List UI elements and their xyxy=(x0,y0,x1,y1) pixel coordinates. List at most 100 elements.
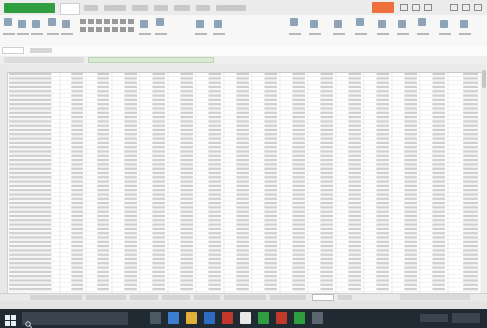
ribbon-tab[interactable] xyxy=(196,5,210,11)
cell-content-placeholder xyxy=(97,210,109,213)
spreadsheet-app-icon[interactable] xyxy=(294,312,305,324)
sign-in-button[interactable] xyxy=(372,2,394,13)
font-format-icon[interactable] xyxy=(120,19,126,24)
window-control-icon[interactable] xyxy=(400,4,408,11)
file-tab[interactable] xyxy=(4,57,84,63)
font-format-icon[interactable] xyxy=(112,19,118,24)
sheet-tab[interactable] xyxy=(270,295,306,300)
cell-content-placeholder xyxy=(292,232,305,235)
ribbon-tab[interactable] xyxy=(132,5,148,11)
cell-content-placeholder xyxy=(292,193,305,196)
app-menu-button[interactable] xyxy=(4,3,55,13)
ribbon-command-icon[interactable] xyxy=(156,18,164,26)
sheet-tab[interactable] xyxy=(224,295,266,300)
font-format-icon[interactable] xyxy=(96,27,102,32)
ribbon-command-icon[interactable] xyxy=(378,20,386,28)
horizontal-scrollbar[interactable] xyxy=(400,294,470,300)
ribbon-command-icon[interactable] xyxy=(62,20,70,28)
cell-content-placeholder xyxy=(376,197,389,200)
sheet-tab-active[interactable] xyxy=(312,294,334,301)
ribbon-command-icon[interactable] xyxy=(196,20,204,28)
vertical-scrollbar-thumb[interactable] xyxy=(482,70,486,88)
spreadsheet-grid[interactable] xyxy=(0,64,482,293)
clock[interactable] xyxy=(452,313,480,323)
ribbon-tab[interactable] xyxy=(84,5,98,11)
chrome-icon[interactable] xyxy=(240,312,251,324)
app-icon[interactable] xyxy=(222,312,233,324)
cell-content-placeholder xyxy=(376,176,389,179)
font-format-icon[interactable] xyxy=(104,27,110,32)
font-format-icon[interactable] xyxy=(112,27,118,32)
sheet-tab[interactable] xyxy=(30,295,82,300)
app-icon[interactable] xyxy=(312,312,323,324)
cell-content-placeholder xyxy=(71,189,83,192)
cell-content-placeholder xyxy=(432,197,445,200)
font-format-icon[interactable] xyxy=(88,27,94,32)
system-tray[interactable] xyxy=(420,314,448,322)
cell-content-placeholder xyxy=(264,214,277,218)
sheet-tab[interactable] xyxy=(338,295,352,300)
sheet-tab[interactable] xyxy=(130,295,158,300)
taskbar-search-box[interactable] xyxy=(22,312,128,325)
app-icon[interactable] xyxy=(276,312,287,324)
spreadsheet-app-icon[interactable] xyxy=(258,312,269,324)
font-format-icon[interactable] xyxy=(120,27,126,32)
ribbon-tab[interactable] xyxy=(154,5,168,11)
ribbon-command-icon[interactable] xyxy=(334,20,342,28)
font-format-icon[interactable] xyxy=(128,27,134,32)
font-format-icon[interactable] xyxy=(104,19,110,24)
cell-content-placeholder xyxy=(463,240,478,243)
vertical-scrollbar[interactable] xyxy=(481,64,487,293)
font-format-icon[interactable] xyxy=(80,19,86,24)
ribbon-tab-active[interactable] xyxy=(60,3,80,15)
ribbon-command-icon[interactable] xyxy=(18,20,26,28)
cell-content-placeholder xyxy=(71,167,83,170)
cell-content-placeholder xyxy=(124,98,137,101)
cell-content-placeholder xyxy=(9,159,52,162)
window-control-icon[interactable] xyxy=(424,4,432,11)
store-icon[interactable] xyxy=(204,312,215,324)
column-headers[interactable] xyxy=(7,64,481,73)
start-icon[interactable] xyxy=(5,313,16,326)
sheet-tab[interactable] xyxy=(162,295,190,300)
ribbon-command-icon[interactable] xyxy=(32,20,40,28)
ribbon-command-icon[interactable] xyxy=(418,18,426,26)
font-format-icon[interactable] xyxy=(88,19,94,24)
sheet-tab[interactable] xyxy=(194,295,220,300)
font-format-icon[interactable] xyxy=(128,19,134,24)
ribbon-command-icon[interactable] xyxy=(4,18,12,26)
sheet-tab[interactable] xyxy=(86,295,126,300)
ribbon-command-icon[interactable] xyxy=(398,20,406,28)
font-format-icon[interactable] xyxy=(96,19,102,24)
cell-content-placeholder xyxy=(292,159,305,162)
ribbon-command-icon[interactable] xyxy=(460,20,468,28)
cell-content-placeholder xyxy=(9,137,52,140)
close-icon[interactable] xyxy=(474,4,482,11)
cell-content-placeholder xyxy=(180,171,193,175)
maximize-icon[interactable] xyxy=(462,4,470,11)
ribbon-tab[interactable] xyxy=(104,5,126,11)
window-control-icon[interactable] xyxy=(412,4,420,11)
ribbon-command-icon[interactable] xyxy=(440,20,448,28)
ribbon-command-icon[interactable] xyxy=(48,18,56,26)
minimize-icon[interactable] xyxy=(450,4,458,11)
ribbon-tab[interactable] xyxy=(174,5,190,11)
ribbon-command-icon[interactable] xyxy=(290,18,298,26)
formula-icons[interactable] xyxy=(30,48,52,53)
name-box[interactable] xyxy=(2,47,24,54)
font-format-icon[interactable] xyxy=(80,27,86,32)
ribbon-command-icon[interactable] xyxy=(356,18,364,26)
file-tab-active[interactable] xyxy=(88,57,214,63)
ribbon-command-icon[interactable] xyxy=(214,20,222,28)
ribbon-command-icon[interactable] xyxy=(140,20,148,28)
cell-content-placeholder xyxy=(236,133,249,136)
file-explorer-icon[interactable] xyxy=(186,312,197,324)
row-headers[interactable] xyxy=(0,64,8,293)
cell-content-placeholder xyxy=(376,249,389,252)
task-view-icon[interactable] xyxy=(150,312,161,324)
ribbon-command-icon[interactable] xyxy=(310,20,318,28)
ribbon-tab[interactable] xyxy=(216,5,246,11)
cell-content-placeholder xyxy=(348,98,361,101)
edge-icon[interactable] xyxy=(168,312,179,324)
cell-content-placeholder xyxy=(376,146,389,149)
